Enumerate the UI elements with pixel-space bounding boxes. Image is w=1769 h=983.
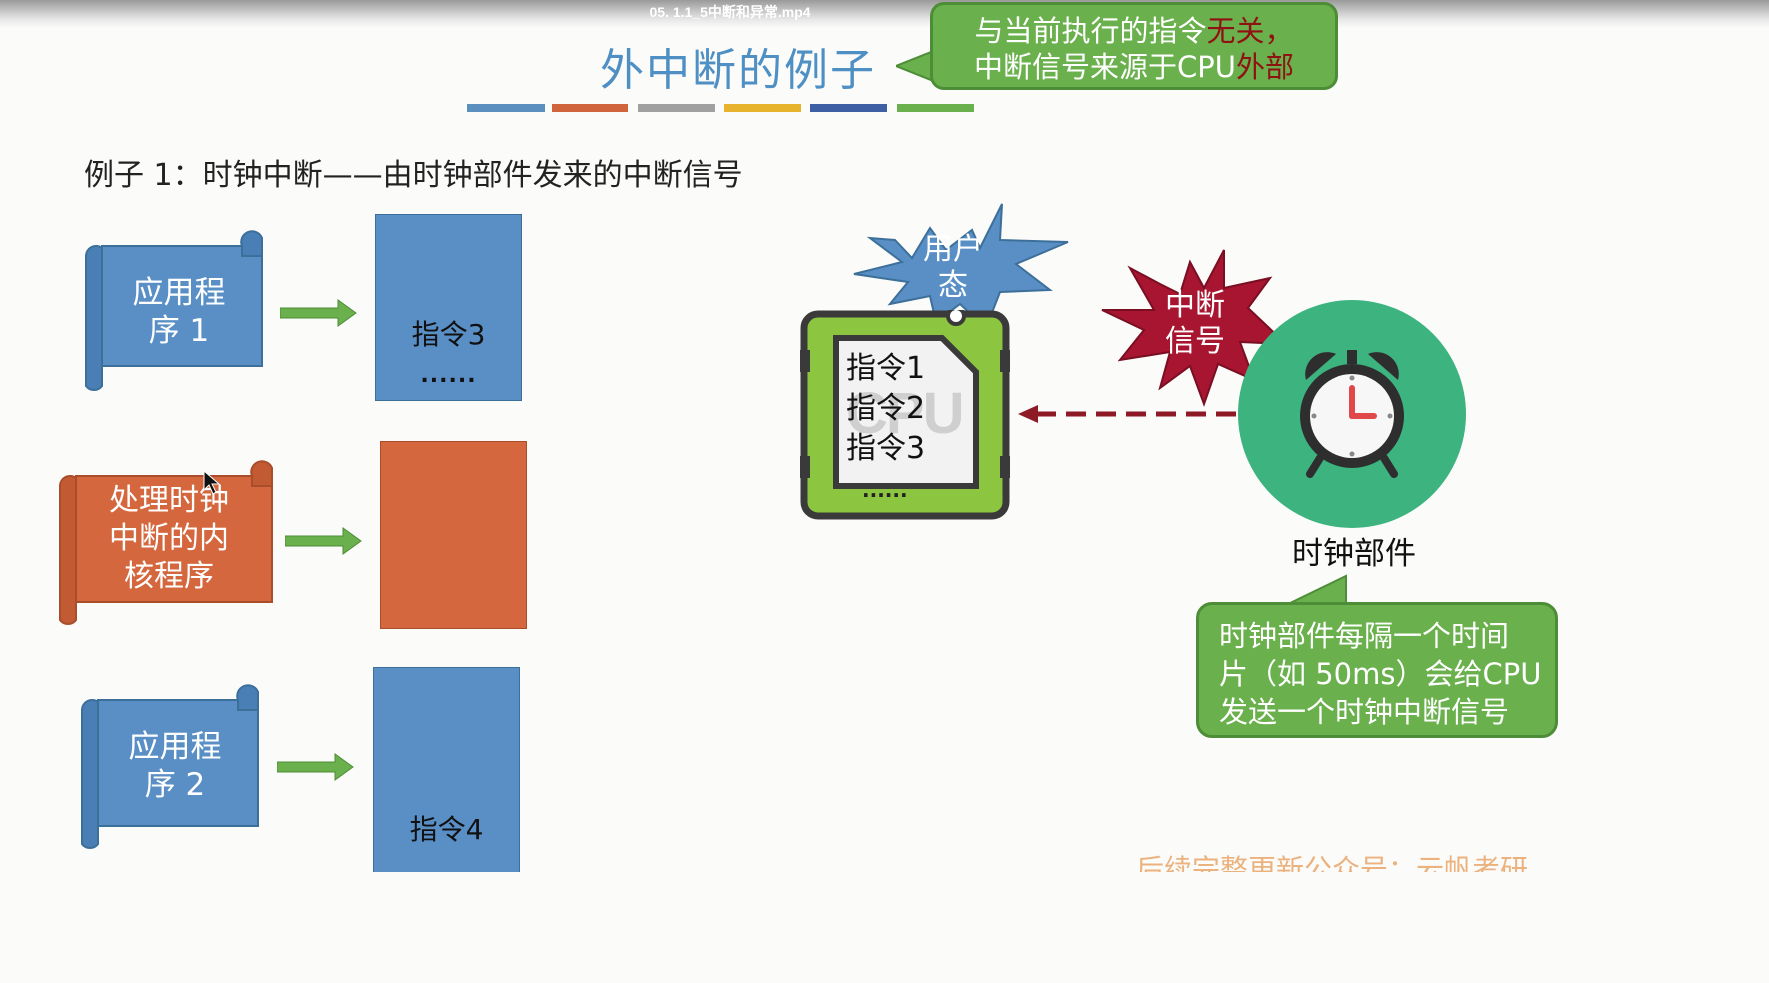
video-bottom-band: [0, 872, 1769, 983]
user-mode-text: 用户 态: [906, 232, 1000, 304]
callout-bottom: 时钟部件每隔一个时间 片（如 50ms）会给CPU 发送一个时钟中断信号: [1196, 602, 1558, 738]
right-arrow-icon: [280, 299, 357, 327]
callout-top-highlight: 外部: [1235, 50, 1294, 84]
instruction-text: 指令4: [409, 813, 484, 846]
burst-line: 态: [938, 268, 968, 303]
callout-top-text: 与当前执行的指令: [974, 14, 1207, 48]
kernel-handler-label: 处理时钟 中断的内 核程序: [86, 482, 252, 596]
color-strip-3: [638, 104, 715, 112]
cpu-instruction-line: 指令3: [846, 431, 926, 466]
right-arrow-icon: [285, 527, 362, 555]
clock-component-label: 时钟部件: [1292, 536, 1416, 572]
cpu-instruction-line: 指令1: [846, 351, 926, 386]
color-strip-2: [552, 104, 628, 112]
example-heading: 例子 1：时钟中断——由时钟部件发来的中断信号: [84, 158, 743, 193]
label-line: 应用程: [132, 275, 226, 311]
instruction-block-3: 指令4: [373, 667, 520, 883]
label-line: 中断的内: [109, 521, 229, 556]
label-line: 处理时钟: [109, 483, 229, 518]
callout-bottom-line: 时钟部件每隔一个时间: [1219, 619, 1510, 653]
footer-note: 后续完整更新公众号：云帆考研: [1136, 853, 1529, 872]
label-line: 序 1: [148, 313, 210, 349]
burst-line: 中断: [1165, 288, 1225, 323]
app-program-2-label: 应用程 序 2: [100, 728, 250, 804]
instruction-dots: ......: [420, 363, 477, 388]
callout-bottom-line: 发送一个时钟中断信号: [1219, 695, 1510, 729]
mouse-cursor-icon: [203, 470, 221, 495]
color-strip-5: [810, 104, 887, 112]
burst-line: 信号: [1165, 324, 1225, 359]
cpu-instruction-line: 指令2: [846, 391, 926, 426]
instruction-text: 指令3: [411, 318, 486, 351]
callout-top-text: 中断信号来源于CPU: [974, 50, 1236, 84]
label-line: 序 2: [144, 767, 206, 803]
alarm-clock-icon: [1300, 350, 1404, 478]
right-arrow-icon: [277, 753, 354, 781]
callout-top: 与当前执行的指令无关， 中断信号来源于CPU外部: [930, 2, 1338, 90]
video-title-bar: 05. 1.1_5中断和异常.mp4: [0, 0, 1769, 28]
burst-line: 用户: [923, 232, 983, 267]
label-line: 应用程: [128, 729, 222, 765]
instruction-block-2: [380, 441, 527, 629]
color-strip-4: [724, 104, 801, 112]
callout-top-highlight: 无关，: [1206, 14, 1294, 48]
slide-title: 外中断的例子: [600, 45, 876, 96]
color-strip-6: [897, 104, 974, 112]
callout-bottom-line: 片（如 50ms）会给CPU: [1219, 657, 1542, 691]
instruction-block-1: 指令3 ......: [375, 214, 522, 401]
cpu-dots: ......: [862, 478, 908, 502]
color-strip-1: [467, 104, 545, 112]
app-program-1-label: 应用程 序 1: [104, 274, 254, 350]
interrupt-signal-text: 中断 信号: [1150, 288, 1240, 360]
label-line: 核程序: [124, 559, 214, 594]
